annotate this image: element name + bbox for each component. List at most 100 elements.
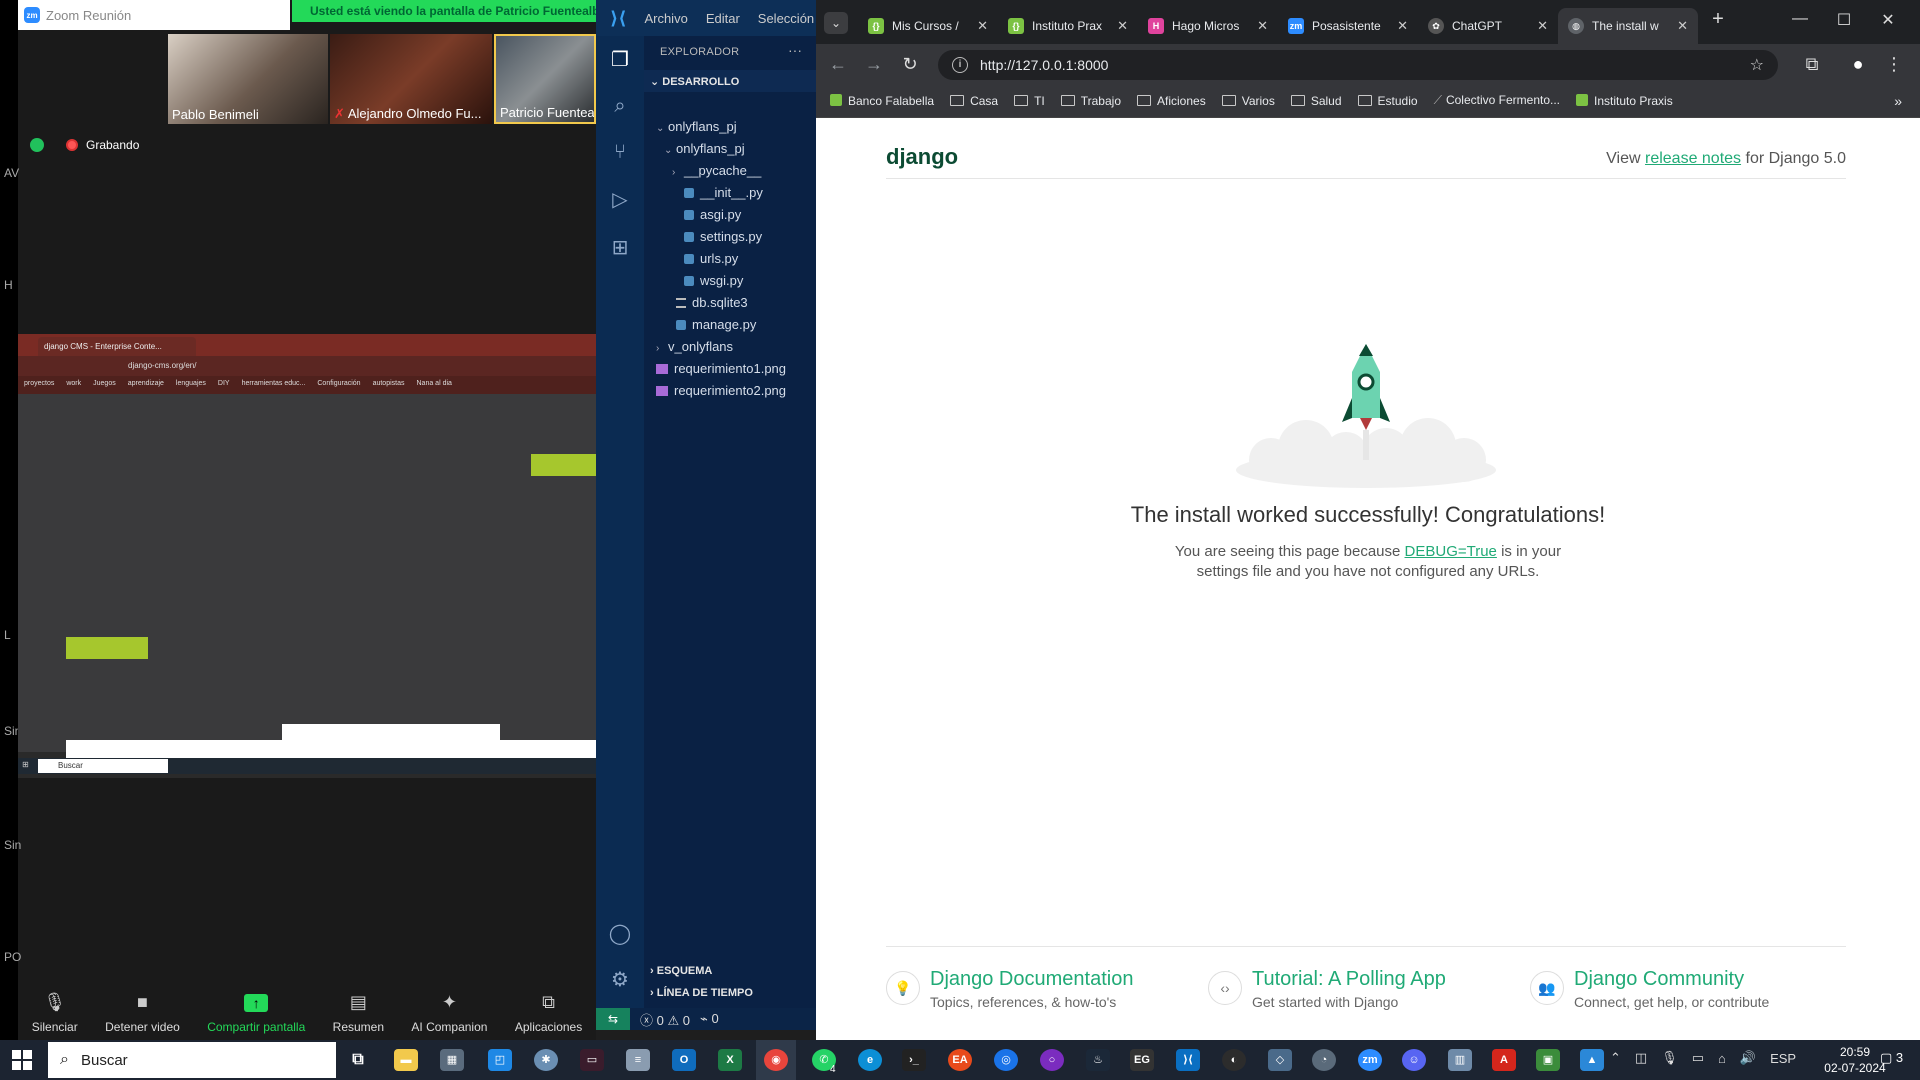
epic-games-icon[interactable]: EG [1130,1049,1154,1071]
menu-editar[interactable]: Editar [706,11,740,26]
recording-indicator[interactable]: Grabando [30,138,139,152]
tree-item[interactable]: ⌄ onlyflans_pj [644,138,816,160]
calculator-icon[interactable]: ▦ [440,1049,464,1071]
close-icon[interactable]: ✕ [1537,18,1548,34]
timeline-section[interactable]: › LÍNEA DE TIEMPO [644,982,816,1004]
zoom-icon[interactable]: zm [1358,1049,1382,1071]
ai-companion-button[interactable]: ✦ AI Companion [411,992,487,1035]
participant-tile[interactable]: Pablo Benimeli [168,34,328,124]
file-explorer-icon[interactable]: ▬ [394,1049,418,1071]
task-view-icon[interactable]: ⧉ [346,1049,370,1071]
close-icon[interactable]: ✕ [1257,18,1268,34]
url-text[interactable]: http://127.0.0.1:8000 [980,57,1108,73]
bookmark[interactable]: ⟋ Colectivo Fermento... [1434,93,1560,108]
django-logo[interactable]: django [886,144,958,170]
release-notes-link[interactable]: release notes [1645,150,1741,167]
app-icon[interactable]: ≡ [626,1049,650,1071]
network-icon[interactable]: ⌂ [1718,1051,1726,1066]
tree-item[interactable]: ⌄ onlyflans_pj [644,116,816,138]
stop-video-button[interactable]: ■ Detener video [105,992,180,1035]
new-tab-button[interactable]: + [1696,8,1740,31]
mute-button[interactable]: 🎙 Silenciar [32,992,78,1035]
app-icon[interactable]: ○ [1040,1049,1064,1071]
minimize-button[interactable]: — [1778,10,1822,28]
back-icon[interactable]: ← [826,54,850,75]
bookmark-folder[interactable]: Trabajo [1060,94,1121,108]
chrome-tab[interactable]: {} Mis Cursos / ✕ [858,8,998,44]
app-icon[interactable]: ▲ [1580,1049,1604,1071]
volume-icon[interactable]: 🔊 [1740,1050,1756,1066]
excel-icon[interactable]: X [718,1049,742,1071]
app-icon[interactable]: ✱ [534,1049,558,1071]
github-icon[interactable]: ◐ [1222,1049,1246,1071]
app-icon[interactable]: ▭ [580,1049,604,1071]
gear-icon[interactable]: ⚙ [608,968,632,992]
battery-icon[interactable]: ▭ [1692,1050,1704,1066]
microphone-icon[interactable]: 🎙 [1661,1050,1678,1066]
account-icon[interactable]: ◯ [608,922,632,946]
address-bar[interactable]: i http://127.0.0.1:8000 ☆ [938,50,1778,80]
language-indicator[interactable]: ESP [1770,1051,1796,1066]
problems-indicator[interactable]: ⓧ 0 ⚠ 0 [640,1010,690,1029]
steam-icon[interactable]: ♨ [1086,1049,1110,1071]
app-icon[interactable]: ◎ [994,1049,1018,1071]
forward-icon[interactable]: → [862,54,886,75]
menu-archivo[interactable]: Archivo [644,11,687,26]
bookmark-folder[interactable]: Salud [1290,94,1342,108]
chrome-icon[interactable]: ◉ [764,1049,788,1071]
chrome-tab[interactable]: zm Posasistente ✕ [1278,8,1418,44]
chrome-tab[interactable]: {} Instituto Prax ✕ [998,8,1138,44]
app-icon[interactable]: ▣ [1536,1049,1560,1071]
maximize-button[interactable]: ☐ [1822,10,1866,30]
outlook-icon[interactable]: O [672,1049,696,1071]
tree-item[interactable]: manage.py [644,314,816,336]
tutorial-card-title[interactable]: Tutorial: A Polling App [1252,968,1446,991]
share-banner[interactable]: Usted está viendo la pantalla de Patrici… [292,0,596,22]
edge-icon[interactable]: e [858,1049,882,1071]
tab-search-icon[interactable]: ⌄ [824,12,848,34]
tree-item[interactable]: __init__.py [644,182,816,204]
tree-item[interactable]: settings.py [644,226,816,248]
more-actions-icon[interactable]: ··· [788,42,802,58]
acrobat-icon[interactable]: A [1492,1049,1516,1071]
ea-icon[interactable]: EA [948,1049,972,1071]
virtualbox-icon[interactable]: ◇ [1268,1049,1292,1071]
chevron-up-icon[interactable]: ⌃ [1610,1050,1621,1066]
participant-tile[interactable]: ✗ Alejandro Olmedo Fu... [330,34,492,124]
tree-item[interactable]: requerimiento2.png [644,380,816,402]
discord-icon[interactable]: ☺ [1402,1049,1426,1071]
workspace-section[interactable]: ⌄ DESARROLLO [644,70,816,92]
community-card[interactable]: 👥 Django Community Connect, get help, or … [1530,968,1769,1010]
community-card-title[interactable]: Django Community [1574,968,1769,991]
bookmark[interactable]: Banco Falabella [830,93,934,108]
app-icon[interactable]: ▥ [1448,1049,1472,1071]
extensions-icon[interactable]: ⊞ [608,236,632,260]
summary-button[interactable]: ▤ Resumen [333,992,384,1035]
tree-item[interactable]: › v_onlyflans [644,336,816,358]
bookmark-star-icon[interactable]: ☆ [1750,55,1764,75]
zoom-title-bar[interactable]: zm Zoom Reunión [18,0,290,30]
chrome-menu-icon[interactable]: ⋮ [1882,54,1906,75]
vscode-icon[interactable]: ⟩⟨ [1176,1049,1200,1071]
docs-card-title[interactable]: Django Documentation [930,968,1133,991]
run-debug-icon[interactable]: ▷ [608,188,632,212]
tree-item[interactable]: asgi.py [644,204,816,226]
bookmark-folder[interactable]: Aficiones [1137,94,1206,108]
source-control-icon[interactable]: ⑂ [608,140,632,164]
close-window-button[interactable]: ✕ [1866,10,1910,30]
taskbar-search[interactable]: ⌕ Buscar [48,1042,336,1078]
apps-button[interactable]: ⧉ Aplicaciones [515,992,582,1035]
tree-item[interactable]: › __pycache__ [644,160,816,182]
terminal-icon[interactable]: ›_ [902,1049,926,1071]
store-icon[interactable]: ◰ [488,1049,512,1071]
bookmark-folder[interactable]: Casa [950,94,998,108]
windows-start-icon[interactable] [12,1050,32,1070]
docs-card[interactable]: 💡 Django Documentation Topics, references… [886,968,1133,1010]
bookmark[interactable]: Instituto Praxis [1576,93,1673,108]
debug-true-link[interactable]: DEBUG=True [1405,543,1497,560]
bookmark-folder[interactable]: TI [1014,94,1045,108]
remote-icon[interactable]: ⇆ [596,1008,630,1030]
notification-center-icon[interactable]: ▢ 3 [1880,1050,1903,1066]
bookmarks-overflow-icon[interactable]: » [1894,93,1902,109]
ports-indicator[interactable]: ⌁ 0 [700,1011,719,1027]
